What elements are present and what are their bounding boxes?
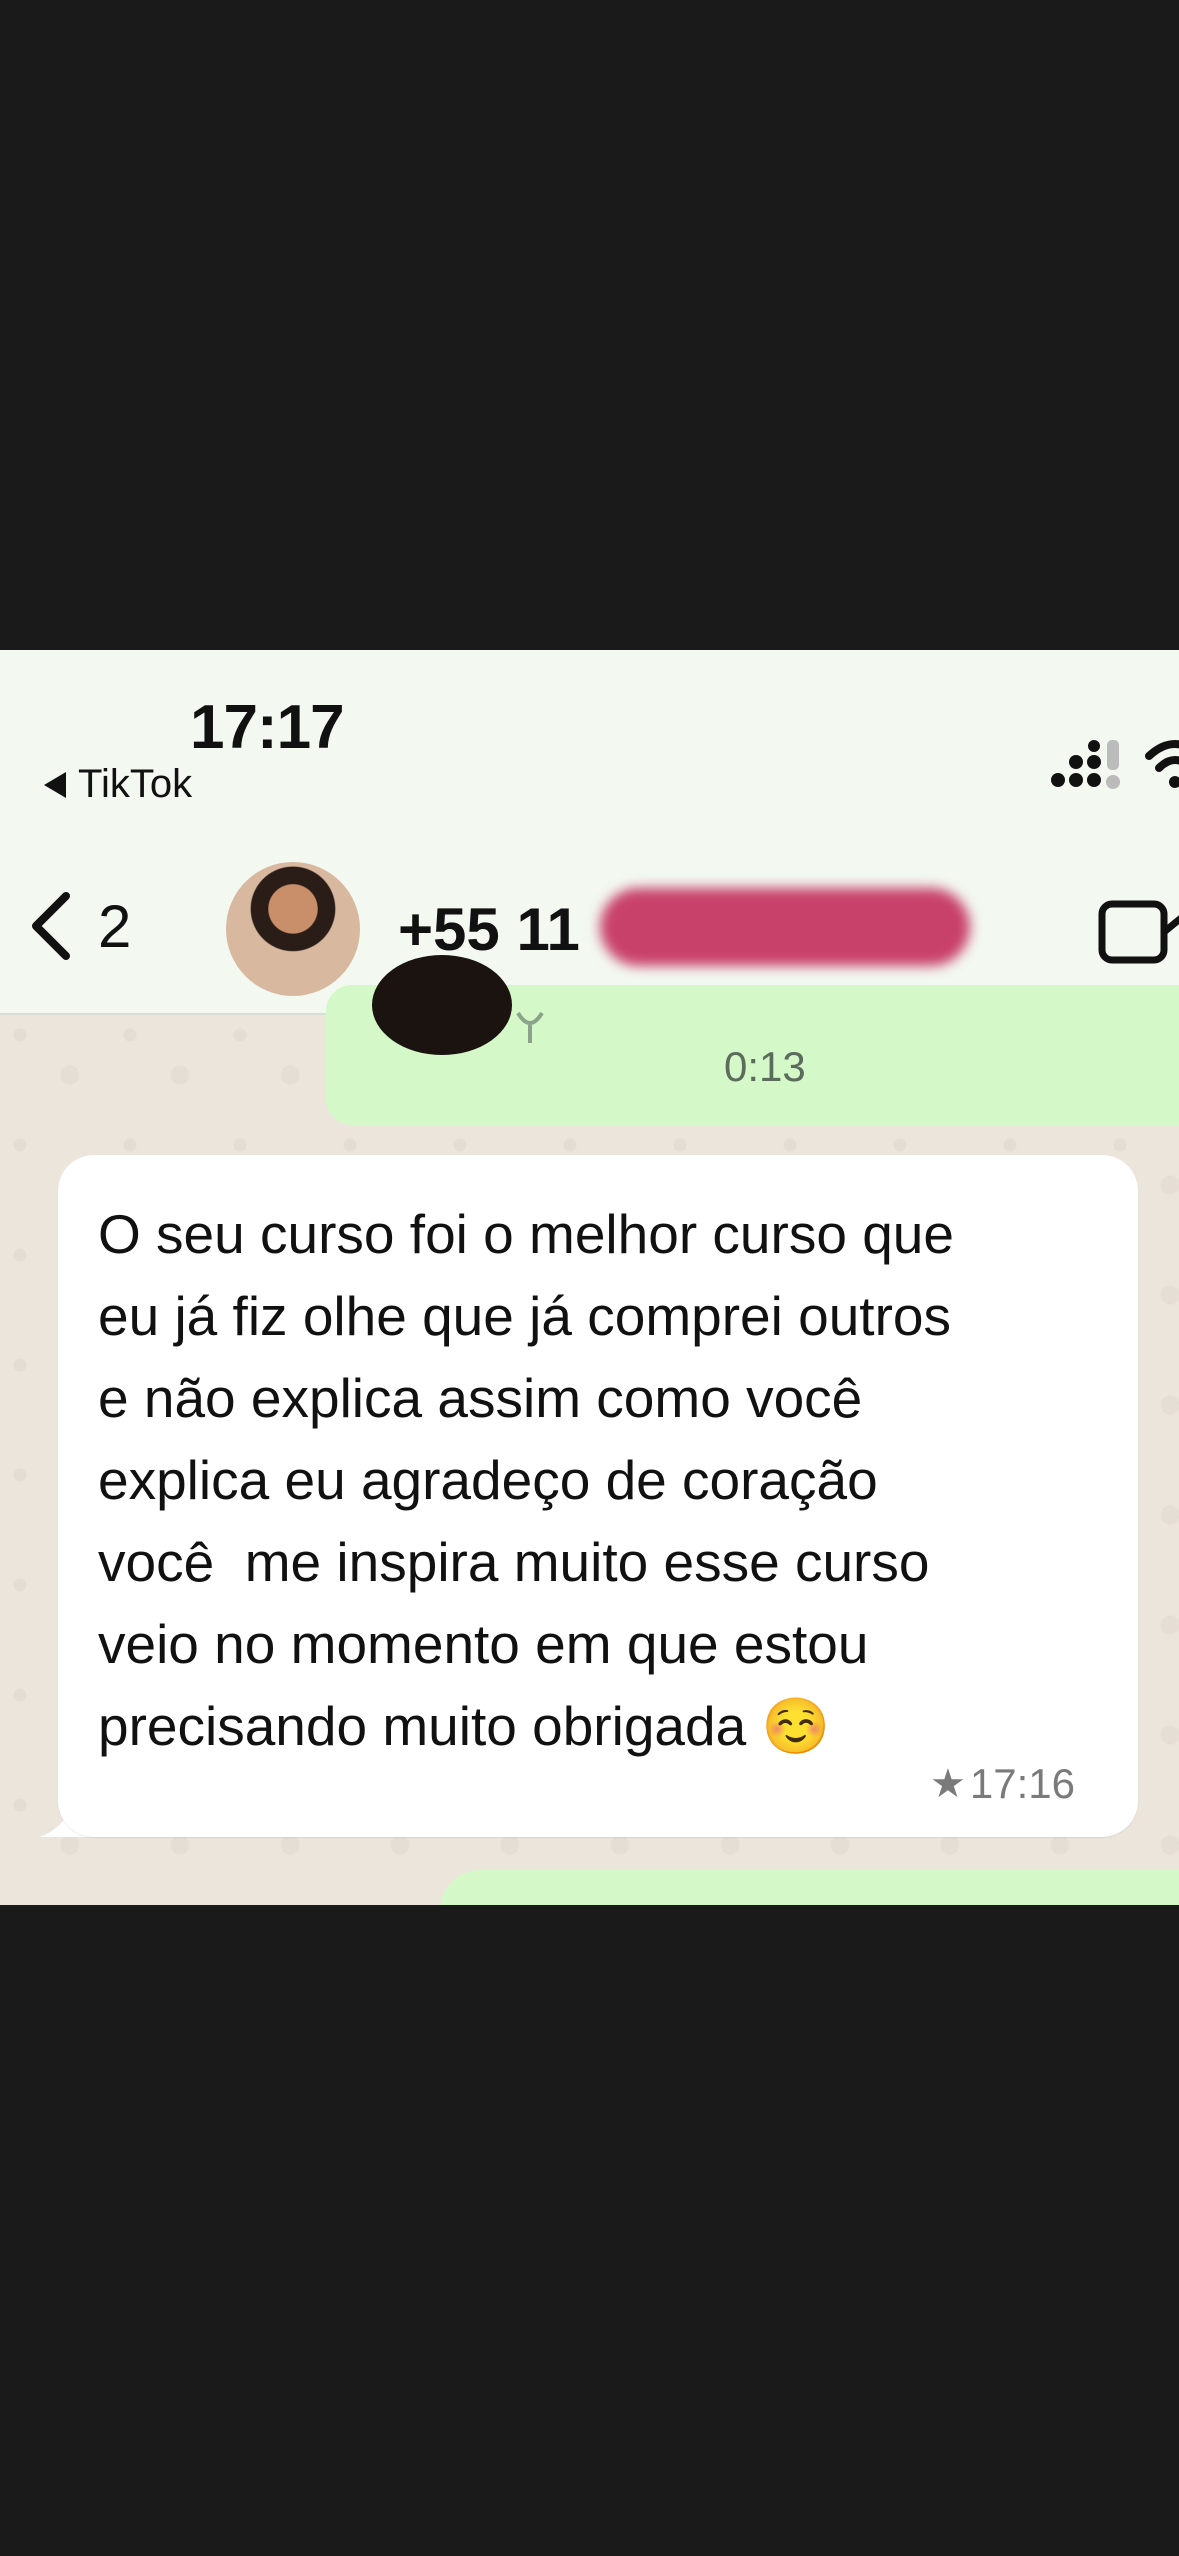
unread-count: 2 bbox=[98, 892, 132, 960]
chat-header: 17:17 TikTok 2 +55 11 bbox=[0, 650, 1179, 1015]
back-triangle-icon bbox=[44, 771, 66, 798]
message-time: 17:16 bbox=[969, 1760, 1075, 1807]
contact-avatar[interactable] bbox=[226, 862, 360, 996]
message-text: O seu curso foi o melhor curso que eu já… bbox=[98, 1203, 954, 1757]
message-list[interactable]: 0:13 O seu curso foi o melhor curso que … bbox=[0, 955, 1179, 1905]
redacted-phone-number bbox=[600, 888, 970, 966]
wifi-icon bbox=[1145, 740, 1179, 788]
contact-name[interactable]: +55 11 bbox=[398, 895, 580, 964]
chevron-left-icon bbox=[32, 892, 70, 960]
star-icon: ★ bbox=[930, 1762, 966, 1806]
voice-message-avatar bbox=[372, 955, 512, 1055]
cellular-signal-icon bbox=[1051, 740, 1120, 789]
status-bar-time: 17:17 bbox=[190, 693, 345, 762]
next-outgoing-bubble[interactable] bbox=[440, 1870, 1179, 1905]
voice-message-duration: 0:13 bbox=[724, 1043, 806, 1090]
back-app-label: TikTok bbox=[78, 762, 193, 806]
screen-background: 17:17 TikTok 2 +55 11 0:13 O seu curso f… bbox=[0, 0, 1179, 2556]
back-button[interactable]: 2 bbox=[28, 890, 131, 962]
back-to-app-link[interactable]: TikTok bbox=[44, 762, 192, 807]
message-meta: ★ 17:16 bbox=[930, 1760, 1075, 1808]
microphone-icon bbox=[516, 1011, 544, 1043]
chat-screenshot: 17:17 TikTok 2 +55 11 0:13 O seu curso f… bbox=[0, 650, 1179, 1905]
video-camera-icon[interactable] bbox=[1098, 900, 1179, 964]
